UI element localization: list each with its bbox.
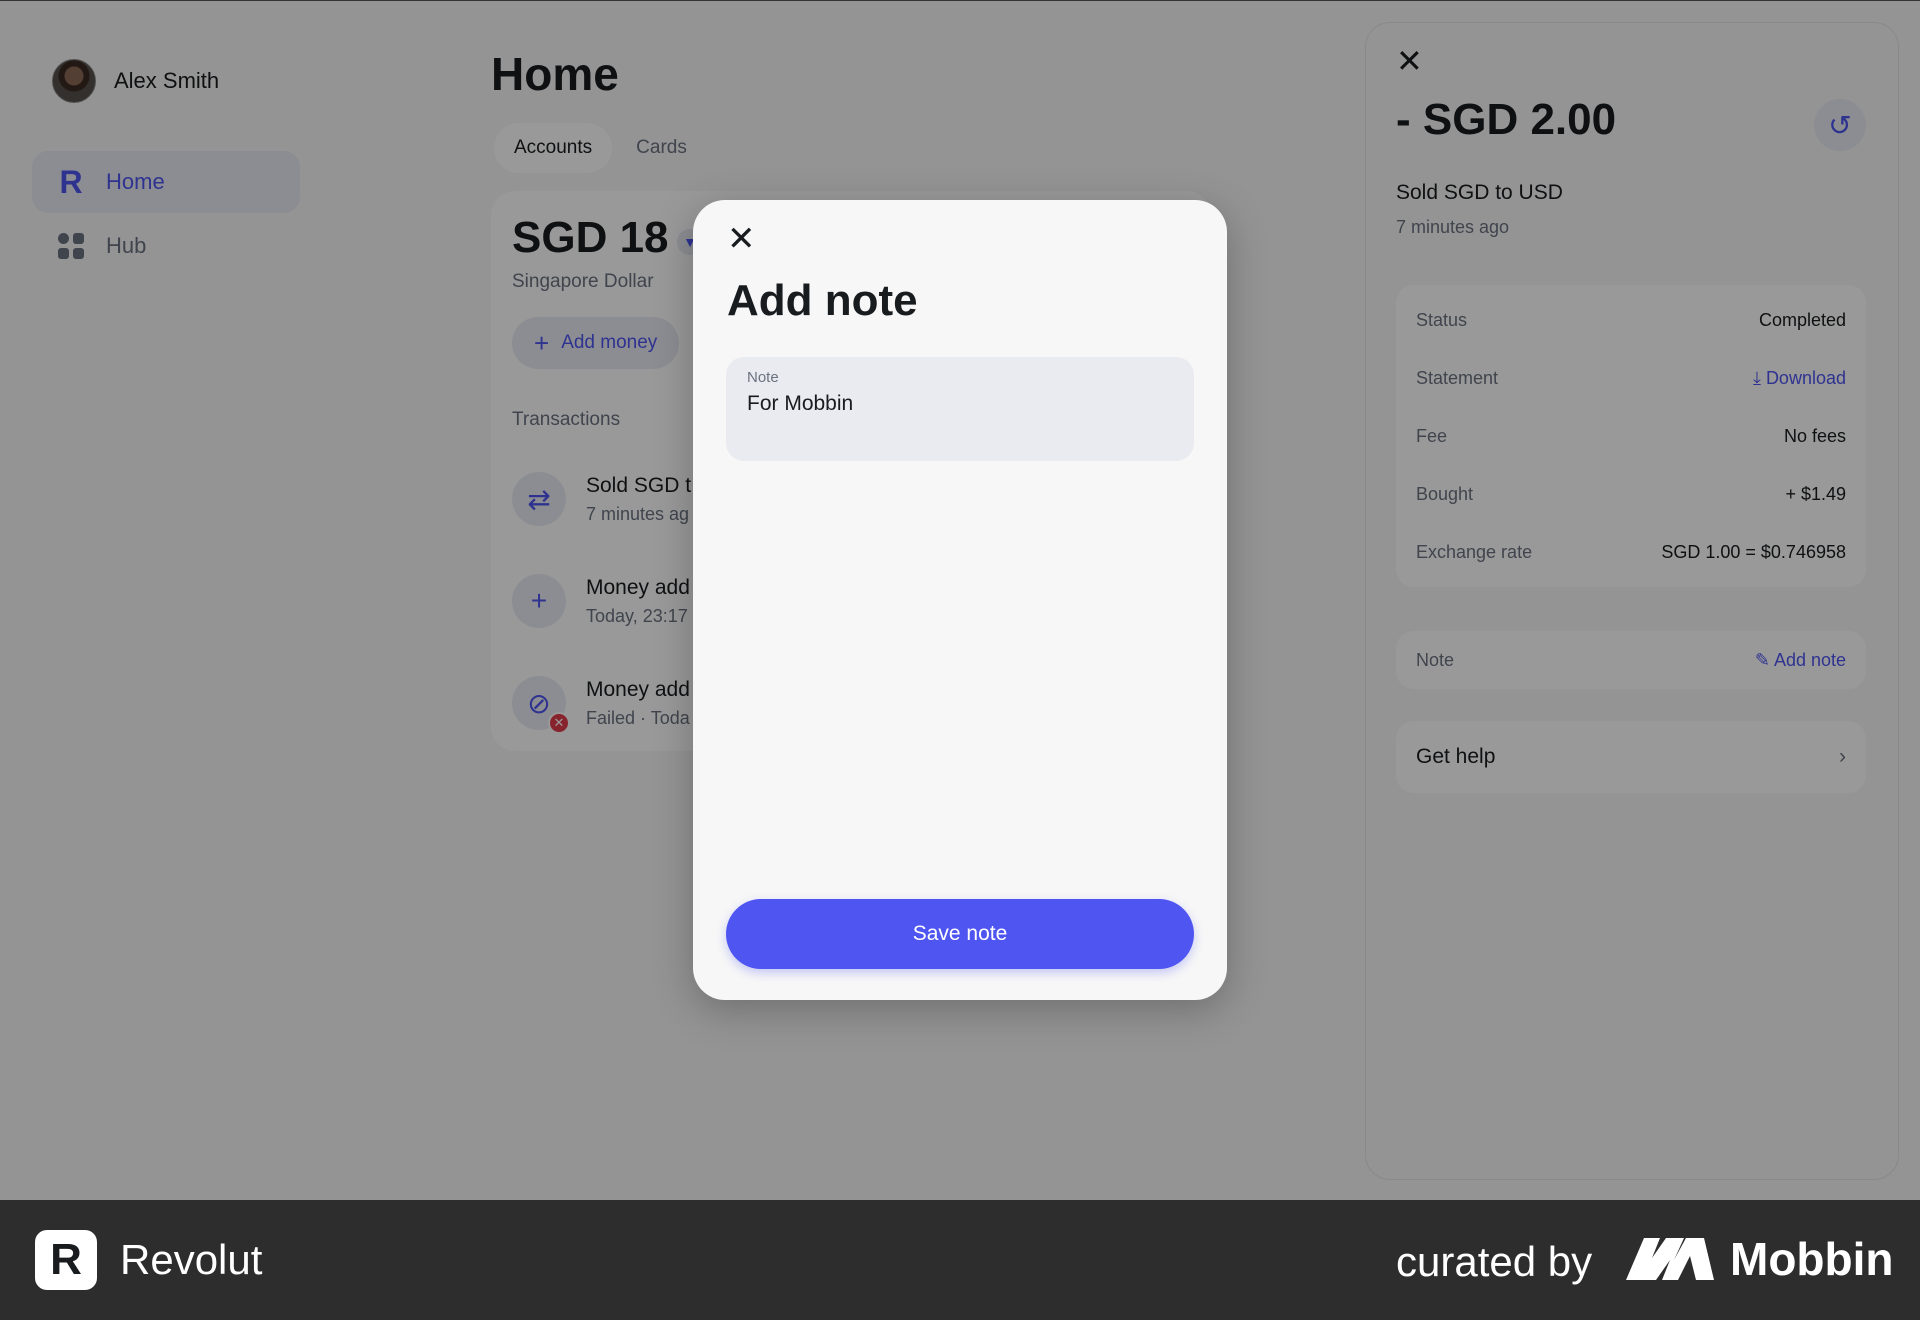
close-icon[interactable]: ✕: [727, 222, 756, 256]
curated-by-text: curated by: [1396, 1238, 1593, 1285]
note-field-value: For Mobbin: [747, 392, 854, 415]
mobbin-logo-icon: [1626, 1238, 1714, 1280]
mobbin-wordmark: Mobbin: [1730, 1233, 1894, 1285]
save-note-button[interactable]: Save note: [726, 899, 1194, 969]
add-note-dialog: ✕ Add note Note For Mobbin Save note: [693, 200, 1227, 1000]
revolut-logo-icon: R: [35, 1230, 97, 1290]
dialog-title: Add note: [727, 276, 918, 325]
footer-banner: R Revolut curated by Mobbin: [0, 1200, 1920, 1320]
brand-name: Revolut: [120, 1236, 263, 1283]
note-field[interactable]: Note For Mobbin: [726, 357, 1194, 461]
note-field-label: Note: [747, 369, 779, 386]
